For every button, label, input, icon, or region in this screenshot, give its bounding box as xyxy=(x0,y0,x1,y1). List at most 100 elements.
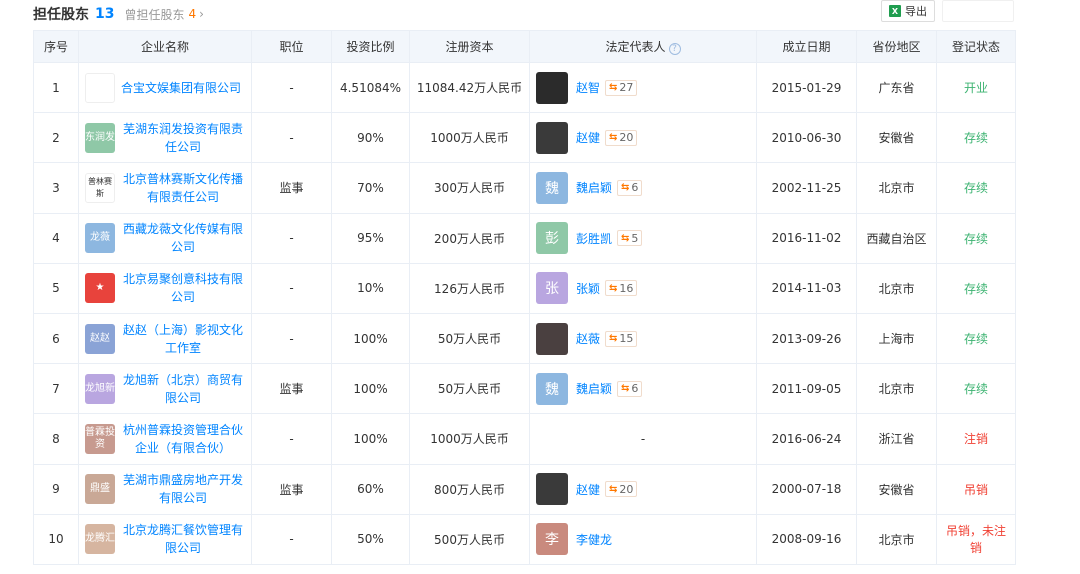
related-company-badge[interactable]: ⇆ 20 xyxy=(605,129,638,146)
company-logo[interactable]: 赵赵 xyxy=(85,323,115,354)
related-company-count: 5 xyxy=(631,231,639,245)
related-company-badge[interactable]: ⇆ 6 xyxy=(617,380,643,397)
related-company-badge[interactable]: ⇆ 27 xyxy=(605,79,638,96)
col-header-ratio: 投资比例 xyxy=(331,30,410,63)
related-company-icon: ⇆ xyxy=(609,132,618,144)
col-header-company: 企业名称 xyxy=(78,30,252,63)
company-logo[interactable]: 龙腾汇 xyxy=(85,524,115,555)
related-company-badge[interactable]: ⇆ 16 xyxy=(605,280,638,297)
company: 普林赛斯 北京普林赛斯文化传播有限责任公司 xyxy=(85,170,245,206)
capital-cell: 50万人民币 xyxy=(409,363,530,415)
excel-icon: X xyxy=(889,5,901,17)
related-company-badge[interactable]: ⇆ 15 xyxy=(605,330,638,347)
company-logo[interactable]: ★ xyxy=(85,273,115,304)
chevron-right-icon: › xyxy=(199,7,204,21)
table-row: 9 鼎盛 芜湖市鼎盛房地产开发有限公司 监事 60% 800万人民币 赵健 ⇆ … xyxy=(33,463,1016,515)
row-index: 6 xyxy=(33,312,79,365)
company-name-link[interactable]: 北京龙腾汇餐饮管理有限公司 xyxy=(121,521,245,557)
export-button[interactable]: X 导出 xyxy=(881,0,935,22)
date-cell: 2014-11-03 xyxy=(756,262,857,314)
position-cell: 监事 xyxy=(251,363,332,415)
company-name-link[interactable]: 芜湖市鼎盛房地产开发有限公司 xyxy=(121,471,245,507)
col-header-status: 登记状态 xyxy=(936,30,1016,63)
section-title: 担任股东 xyxy=(33,7,89,23)
company-name-link[interactable]: 合宝文娱集团有限公司 xyxy=(121,79,241,97)
legal-rep-name[interactable]: 彭胜凯 xyxy=(576,230,612,247)
date-cell: 2000-07-18 xyxy=(756,463,857,515)
avatar[interactable]: 魏 xyxy=(536,171,568,204)
legal-rep-name[interactable]: 李健龙 xyxy=(576,531,612,548)
ratio-cell: 10% xyxy=(331,262,410,314)
company-logo[interactable]: 龙旭新 xyxy=(85,373,115,404)
avatar[interactable]: 张 xyxy=(536,272,568,305)
legal-rep-cell: 赵健 ⇆ 20 xyxy=(529,112,757,164)
date-cell: 2016-06-24 xyxy=(756,413,857,465)
status-badge: 存续 xyxy=(963,231,988,246)
region-cell: 上海市 xyxy=(856,312,937,365)
legal-rep-name[interactable]: 赵健 xyxy=(576,129,600,146)
company-name-link[interactable]: 北京普林赛斯文化传播有限责任公司 xyxy=(121,170,245,206)
status-cell: 存续 xyxy=(936,363,1016,415)
capital-cell: 126万人民币 xyxy=(409,262,530,314)
company: 龙旭新 龙旭新（北京）商贸有限公司 xyxy=(85,371,245,407)
legal-rep: 魏 魏启颖 ⇆ 6 xyxy=(536,372,750,405)
status-cell: 吊销，未注销 xyxy=(936,513,1016,565)
company-logo[interactable]: 龙薇 xyxy=(85,223,115,254)
table-header-row: 序号 企业名称 职位 投资比例 注册资本 法定代表人? 成立日期 省份地区 登记… xyxy=(33,30,1016,63)
legal-rep: 张 张颖 ⇆ 16 xyxy=(536,272,750,305)
company-cell: 龙腾汇 北京龙腾汇餐饮管理有限公司 xyxy=(78,513,252,565)
related-company-badge[interactable]: ⇆ 5 xyxy=(617,230,643,247)
ratio-cell: 90% xyxy=(331,112,410,164)
related-company-badge[interactable]: ⇆ 6 xyxy=(617,179,643,196)
help-icon[interactable]: ? xyxy=(668,43,681,55)
avatar[interactable]: 彭 xyxy=(536,222,568,255)
company-logo[interactable]: 东润发 xyxy=(85,122,115,153)
status-cell: 吊销 xyxy=(936,463,1016,515)
region-cell: 西藏自治区 xyxy=(856,212,937,264)
company-name-link[interactable]: 杭州普霖投资管理合伙企业（有限合伙） xyxy=(121,421,245,457)
status-badge: 存续 xyxy=(963,131,988,146)
avatar[interactable] xyxy=(536,71,568,104)
legal-rep-name[interactable]: 魏启颖 xyxy=(576,179,612,196)
status-cell: 存续 xyxy=(936,162,1016,214)
legal-rep-name[interactable]: 赵健 xyxy=(576,481,600,498)
company: ★ 北京易聚创意科技有限公司 xyxy=(85,270,245,306)
related-company-icon: ⇆ xyxy=(621,232,630,244)
company-cell: 龙薇 西藏龙薇文化传媒有限公司 xyxy=(78,212,252,264)
avatar[interactable] xyxy=(536,473,568,506)
company-name-link[interactable]: 赵赵（上海）影视文化工作室 xyxy=(121,321,245,357)
company-logo[interactable] xyxy=(85,72,115,103)
legal-rep-cell: 赵健 ⇆ 20 xyxy=(529,463,757,515)
company-name-link[interactable]: 芜湖东润发投资有限责任公司 xyxy=(121,120,245,156)
section-header: 担任股东 13 曾担任股东 4 › xyxy=(33,0,1015,28)
legal-rep-name[interactable]: 赵薇 xyxy=(576,330,600,347)
legal-rep-cell: 张 张颖 ⇆ 16 xyxy=(529,262,757,314)
related-company-badge[interactable]: ⇆ 20 xyxy=(605,481,638,498)
status-cell: 存续 xyxy=(936,212,1016,264)
avatar[interactable] xyxy=(536,121,568,154)
company-name-link[interactable]: 北京易聚创意科技有限公司 xyxy=(121,270,245,306)
company-logo[interactable]: 鼎盛 xyxy=(85,474,115,505)
avatar[interactable]: 魏 xyxy=(536,372,568,405)
former-shareholder-link[interactable]: 曾担任股东 4 › xyxy=(124,6,203,23)
ratio-cell: 50% xyxy=(331,513,410,565)
col-header-legal-rep: 法定代表人? xyxy=(529,30,757,63)
status-cell: 注销 xyxy=(936,413,1016,465)
legal-rep-cell: - xyxy=(529,413,757,465)
company-name-link[interactable]: 西藏龙薇文化传媒有限公司 xyxy=(121,220,245,256)
company-logo[interactable]: 普林赛斯 xyxy=(85,172,115,203)
company-logo[interactable]: 普霖投资 xyxy=(85,423,115,454)
company-cell: 东润发 芜湖东润发投资有限责任公司 xyxy=(78,112,252,164)
avatar[interactable] xyxy=(536,322,568,355)
status-cell: 存续 xyxy=(936,112,1016,164)
avatar[interactable]: 李 xyxy=(536,523,568,556)
avatar-initial: 张 xyxy=(545,281,559,298)
legal-rep-name[interactable]: 张颖 xyxy=(576,280,600,297)
legal-rep-name[interactable]: 赵智 xyxy=(576,79,600,96)
company-name-link[interactable]: 龙旭新（北京）商贸有限公司 xyxy=(121,371,245,407)
legal-rep: 彭 彭胜凯 ⇆ 5 xyxy=(536,222,750,255)
position-cell: - xyxy=(251,513,332,565)
date-cell: 2011-09-05 xyxy=(756,363,857,415)
avatar-initial: 魏 xyxy=(545,180,559,197)
legal-rep-name[interactable]: 魏启颖 xyxy=(576,380,612,397)
